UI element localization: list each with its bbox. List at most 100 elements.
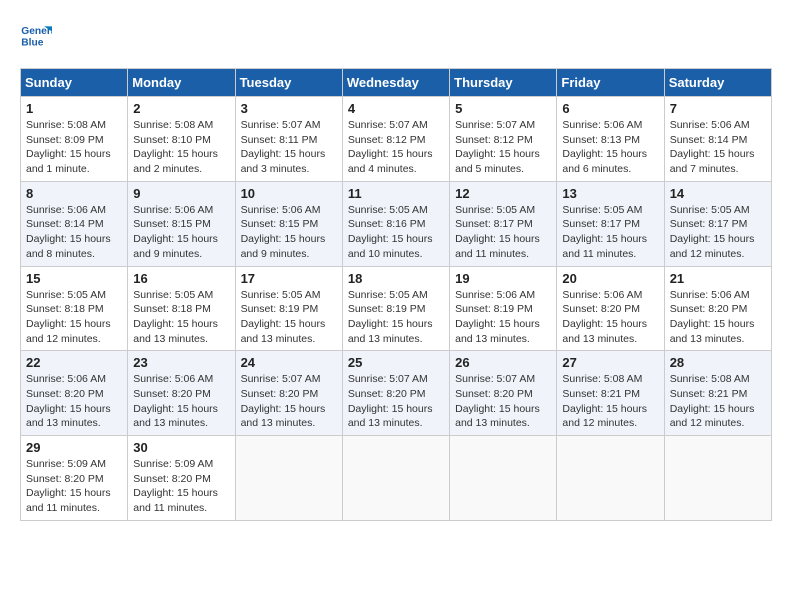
day-info: Sunrise: 5:05 AM Sunset: 8:17 PM Dayligh… bbox=[562, 203, 658, 262]
col-header-wednesday: Wednesday bbox=[342, 69, 449, 97]
day-number: 7 bbox=[670, 101, 766, 116]
day-info: Sunrise: 5:06 AM Sunset: 8:20 PM Dayligh… bbox=[670, 288, 766, 347]
day-number: 10 bbox=[241, 186, 337, 201]
day-cell-23: 23 Sunrise: 5:06 AM Sunset: 8:20 PM Dayl… bbox=[128, 351, 235, 436]
calendar-week-2: 8 Sunrise: 5:06 AM Sunset: 8:14 PM Dayli… bbox=[21, 181, 772, 266]
day-number: 6 bbox=[562, 101, 658, 116]
day-info: Sunrise: 5:07 AM Sunset: 8:20 PM Dayligh… bbox=[348, 372, 444, 431]
day-info: Sunrise: 5:09 AM Sunset: 8:20 PM Dayligh… bbox=[133, 457, 229, 516]
day-number: 4 bbox=[348, 101, 444, 116]
day-cell-20: 20 Sunrise: 5:06 AM Sunset: 8:20 PM Dayl… bbox=[557, 266, 664, 351]
day-info: Sunrise: 5:05 AM Sunset: 8:18 PM Dayligh… bbox=[26, 288, 122, 347]
day-number: 11 bbox=[348, 186, 444, 201]
day-number: 18 bbox=[348, 271, 444, 286]
day-info: Sunrise: 5:06 AM Sunset: 8:13 PM Dayligh… bbox=[562, 118, 658, 177]
day-number: 9 bbox=[133, 186, 229, 201]
day-number: 30 bbox=[133, 440, 229, 455]
day-cell-26: 26 Sunrise: 5:07 AM Sunset: 8:20 PM Dayl… bbox=[450, 351, 557, 436]
col-header-sunday: Sunday bbox=[21, 69, 128, 97]
day-number: 27 bbox=[562, 355, 658, 370]
day-info: Sunrise: 5:05 AM Sunset: 8:19 PM Dayligh… bbox=[348, 288, 444, 347]
day-number: 20 bbox=[562, 271, 658, 286]
calendar-week-4: 22 Sunrise: 5:06 AM Sunset: 8:20 PM Dayl… bbox=[21, 351, 772, 436]
day-info: Sunrise: 5:06 AM Sunset: 8:20 PM Dayligh… bbox=[133, 372, 229, 431]
empty-cell bbox=[664, 436, 771, 521]
day-cell-27: 27 Sunrise: 5:08 AM Sunset: 8:21 PM Dayl… bbox=[557, 351, 664, 436]
day-info: Sunrise: 5:06 AM Sunset: 8:15 PM Dayligh… bbox=[241, 203, 337, 262]
calendar-week-5: 29 Sunrise: 5:09 AM Sunset: 8:20 PM Dayl… bbox=[21, 436, 772, 521]
day-number: 28 bbox=[670, 355, 766, 370]
day-info: Sunrise: 5:08 AM Sunset: 8:21 PM Dayligh… bbox=[562, 372, 658, 431]
day-info: Sunrise: 5:09 AM Sunset: 8:20 PM Dayligh… bbox=[26, 457, 122, 516]
calendar-header-row: SundayMondayTuesdayWednesdayThursdayFrid… bbox=[21, 69, 772, 97]
day-number: 2 bbox=[133, 101, 229, 116]
day-number: 26 bbox=[455, 355, 551, 370]
day-cell-22: 22 Sunrise: 5:06 AM Sunset: 8:20 PM Dayl… bbox=[21, 351, 128, 436]
day-number: 8 bbox=[26, 186, 122, 201]
day-cell-16: 16 Sunrise: 5:05 AM Sunset: 8:18 PM Dayl… bbox=[128, 266, 235, 351]
page-header: General Blue bbox=[20, 20, 772, 52]
day-cell-5: 5 Sunrise: 5:07 AM Sunset: 8:12 PM Dayli… bbox=[450, 97, 557, 182]
col-header-friday: Friday bbox=[557, 69, 664, 97]
day-number: 25 bbox=[348, 355, 444, 370]
day-info: Sunrise: 5:06 AM Sunset: 8:20 PM Dayligh… bbox=[562, 288, 658, 347]
day-cell-7: 7 Sunrise: 5:06 AM Sunset: 8:14 PM Dayli… bbox=[664, 97, 771, 182]
day-number: 22 bbox=[26, 355, 122, 370]
day-info: Sunrise: 5:06 AM Sunset: 8:19 PM Dayligh… bbox=[455, 288, 551, 347]
day-info: Sunrise: 5:07 AM Sunset: 8:20 PM Dayligh… bbox=[455, 372, 551, 431]
day-cell-19: 19 Sunrise: 5:06 AM Sunset: 8:19 PM Dayl… bbox=[450, 266, 557, 351]
day-info: Sunrise: 5:07 AM Sunset: 8:12 PM Dayligh… bbox=[455, 118, 551, 177]
day-info: Sunrise: 5:07 AM Sunset: 8:11 PM Dayligh… bbox=[241, 118, 337, 177]
day-number: 13 bbox=[562, 186, 658, 201]
col-header-tuesday: Tuesday bbox=[235, 69, 342, 97]
day-number: 23 bbox=[133, 355, 229, 370]
day-cell-14: 14 Sunrise: 5:05 AM Sunset: 8:17 PM Dayl… bbox=[664, 181, 771, 266]
day-cell-10: 10 Sunrise: 5:06 AM Sunset: 8:15 PM Dayl… bbox=[235, 181, 342, 266]
day-info: Sunrise: 5:05 AM Sunset: 8:17 PM Dayligh… bbox=[670, 203, 766, 262]
day-info: Sunrise: 5:07 AM Sunset: 8:20 PM Dayligh… bbox=[241, 372, 337, 431]
day-cell-21: 21 Sunrise: 5:06 AM Sunset: 8:20 PM Dayl… bbox=[664, 266, 771, 351]
day-info: Sunrise: 5:05 AM Sunset: 8:18 PM Dayligh… bbox=[133, 288, 229, 347]
logo-icon: General Blue bbox=[20, 20, 52, 52]
day-cell-3: 3 Sunrise: 5:07 AM Sunset: 8:11 PM Dayli… bbox=[235, 97, 342, 182]
calendar-week-3: 15 Sunrise: 5:05 AM Sunset: 8:18 PM Dayl… bbox=[21, 266, 772, 351]
day-cell-11: 11 Sunrise: 5:05 AM Sunset: 8:16 PM Dayl… bbox=[342, 181, 449, 266]
calendar-week-1: 1 Sunrise: 5:08 AM Sunset: 8:09 PM Dayli… bbox=[21, 97, 772, 182]
day-number: 29 bbox=[26, 440, 122, 455]
day-cell-8: 8 Sunrise: 5:06 AM Sunset: 8:14 PM Dayli… bbox=[21, 181, 128, 266]
day-info: Sunrise: 5:06 AM Sunset: 8:15 PM Dayligh… bbox=[133, 203, 229, 262]
day-info: Sunrise: 5:08 AM Sunset: 8:10 PM Dayligh… bbox=[133, 118, 229, 177]
day-cell-4: 4 Sunrise: 5:07 AM Sunset: 8:12 PM Dayli… bbox=[342, 97, 449, 182]
day-number: 3 bbox=[241, 101, 337, 116]
day-number: 1 bbox=[26, 101, 122, 116]
empty-cell bbox=[235, 436, 342, 521]
logo: General Blue bbox=[20, 20, 56, 52]
day-number: 15 bbox=[26, 271, 122, 286]
day-cell-6: 6 Sunrise: 5:06 AM Sunset: 8:13 PM Dayli… bbox=[557, 97, 664, 182]
day-info: Sunrise: 5:08 AM Sunset: 8:21 PM Dayligh… bbox=[670, 372, 766, 431]
col-header-saturday: Saturday bbox=[664, 69, 771, 97]
day-number: 24 bbox=[241, 355, 337, 370]
col-header-monday: Monday bbox=[128, 69, 235, 97]
empty-cell bbox=[450, 436, 557, 521]
day-cell-13: 13 Sunrise: 5:05 AM Sunset: 8:17 PM Dayl… bbox=[557, 181, 664, 266]
day-info: Sunrise: 5:08 AM Sunset: 8:09 PM Dayligh… bbox=[26, 118, 122, 177]
day-info: Sunrise: 5:06 AM Sunset: 8:14 PM Dayligh… bbox=[670, 118, 766, 177]
day-number: 12 bbox=[455, 186, 551, 201]
day-number: 21 bbox=[670, 271, 766, 286]
day-cell-1: 1 Sunrise: 5:08 AM Sunset: 8:09 PM Dayli… bbox=[21, 97, 128, 182]
day-number: 14 bbox=[670, 186, 766, 201]
day-cell-9: 9 Sunrise: 5:06 AM Sunset: 8:15 PM Dayli… bbox=[128, 181, 235, 266]
day-cell-2: 2 Sunrise: 5:08 AM Sunset: 8:10 PM Dayli… bbox=[128, 97, 235, 182]
day-cell-17: 17 Sunrise: 5:05 AM Sunset: 8:19 PM Dayl… bbox=[235, 266, 342, 351]
day-cell-24: 24 Sunrise: 5:07 AM Sunset: 8:20 PM Dayl… bbox=[235, 351, 342, 436]
day-info: Sunrise: 5:05 AM Sunset: 8:19 PM Dayligh… bbox=[241, 288, 337, 347]
calendar-table: SundayMondayTuesdayWednesdayThursdayFrid… bbox=[20, 68, 772, 521]
col-header-thursday: Thursday bbox=[450, 69, 557, 97]
day-number: 17 bbox=[241, 271, 337, 286]
day-number: 5 bbox=[455, 101, 551, 116]
empty-cell bbox=[557, 436, 664, 521]
day-cell-29: 29 Sunrise: 5:09 AM Sunset: 8:20 PM Dayl… bbox=[21, 436, 128, 521]
empty-cell bbox=[342, 436, 449, 521]
svg-text:Blue: Blue bbox=[21, 38, 43, 49]
